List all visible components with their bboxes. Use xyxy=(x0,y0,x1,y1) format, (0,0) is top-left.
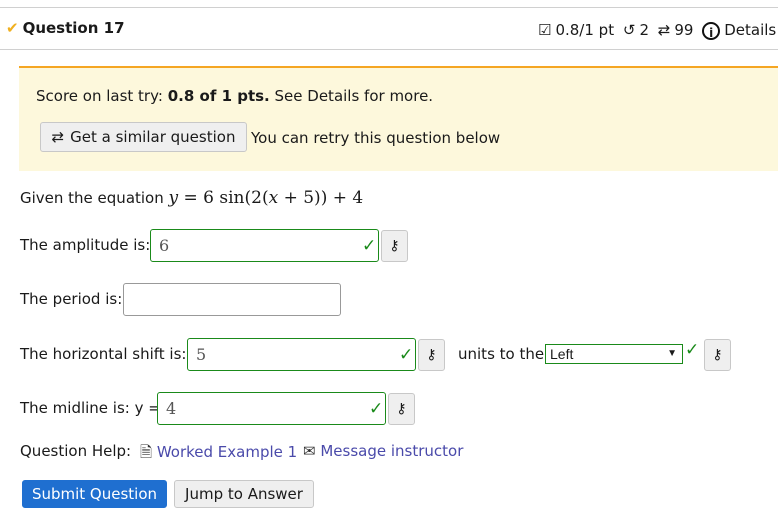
key-icon: ⚷ xyxy=(712,347,723,363)
document-icon: 🗎 xyxy=(140,443,153,461)
jump-to-answer-button[interactable]: Jump to Answer xyxy=(174,480,314,508)
retry-text: You can retry this question below xyxy=(251,129,501,147)
key-button[interactable]: ⚷ xyxy=(704,339,731,371)
worked-example-link[interactable]: 🗎 Worked Example 1 xyxy=(140,442,297,467)
key-button[interactable]: ⚷ xyxy=(388,393,415,425)
retries-count: 2 xyxy=(639,21,649,39)
key-icon: ⚷ xyxy=(426,347,437,363)
submit-question-button[interactable]: Submit Question xyxy=(22,480,167,508)
key-button[interactable]: ⚷ xyxy=(381,230,408,262)
info-icon[interactable]: i xyxy=(702,22,721,40)
period-label: The period is: xyxy=(20,290,123,308)
check-icon: ✓ xyxy=(685,340,700,360)
attempts-count: 99 xyxy=(674,21,694,39)
divider xyxy=(0,7,778,8)
amplitude-label: The amplitude is: xyxy=(20,236,151,254)
similar-question-button[interactable]: ⇄ Get a similar question xyxy=(40,122,247,152)
shift-input[interactable]: 5 xyxy=(187,338,416,371)
check-icon: ✓ xyxy=(362,236,377,256)
score-text: Score on last try: 0.8 of 1 pts. See Det… xyxy=(36,87,434,105)
score-value: 0.8/1 pt xyxy=(555,21,615,39)
midline-label: The midline is: y = xyxy=(20,399,161,417)
message-instructor-link[interactable]: ✉ Message instructor xyxy=(303,442,463,460)
key-icon: ⚷ xyxy=(389,238,400,254)
score-checkbox-icon: ☑ xyxy=(538,21,552,39)
check-icon: ✓ xyxy=(369,399,384,419)
similar-icon: ⇄ xyxy=(51,128,65,146)
question-title: ✔ Question 17 xyxy=(6,19,125,37)
question-prompt: Given the equation y = 6 sin(2(x + 5)) +… xyxy=(20,188,364,208)
check-icon: ✔ xyxy=(6,19,19,37)
similar-icon: ⇄ xyxy=(657,21,671,39)
chevron-down-icon: ▼ xyxy=(667,348,677,359)
mail-icon: ✉ xyxy=(303,442,316,460)
details-link[interactable]: Details xyxy=(724,21,776,39)
divider xyxy=(0,49,778,50)
period-input[interactable] xyxy=(123,283,341,316)
question-meta: ☑ 0.8/1 pt ↺ 2 ⇄ 99 i Details xyxy=(538,21,778,40)
key-button[interactable]: ⚷ xyxy=(418,339,445,371)
check-icon: ✓ xyxy=(399,345,414,365)
direction-select[interactable]: Left ▼ xyxy=(545,344,683,364)
shift-label: The horizontal shift is: xyxy=(20,345,187,363)
units-label: units to the xyxy=(458,345,545,363)
amplitude-input[interactable]: 6 xyxy=(150,229,379,262)
help-label: Question Help: xyxy=(20,442,132,460)
midline-input[interactable]: 4 xyxy=(157,392,386,425)
equation: y = 6 sin(2(x + 5)) + 4 xyxy=(168,188,364,208)
score-banner: Score on last try: 0.8 of 1 pts. See Det… xyxy=(19,66,778,171)
key-icon: ⚷ xyxy=(396,401,407,417)
retry-icon: ↺ xyxy=(622,21,636,39)
